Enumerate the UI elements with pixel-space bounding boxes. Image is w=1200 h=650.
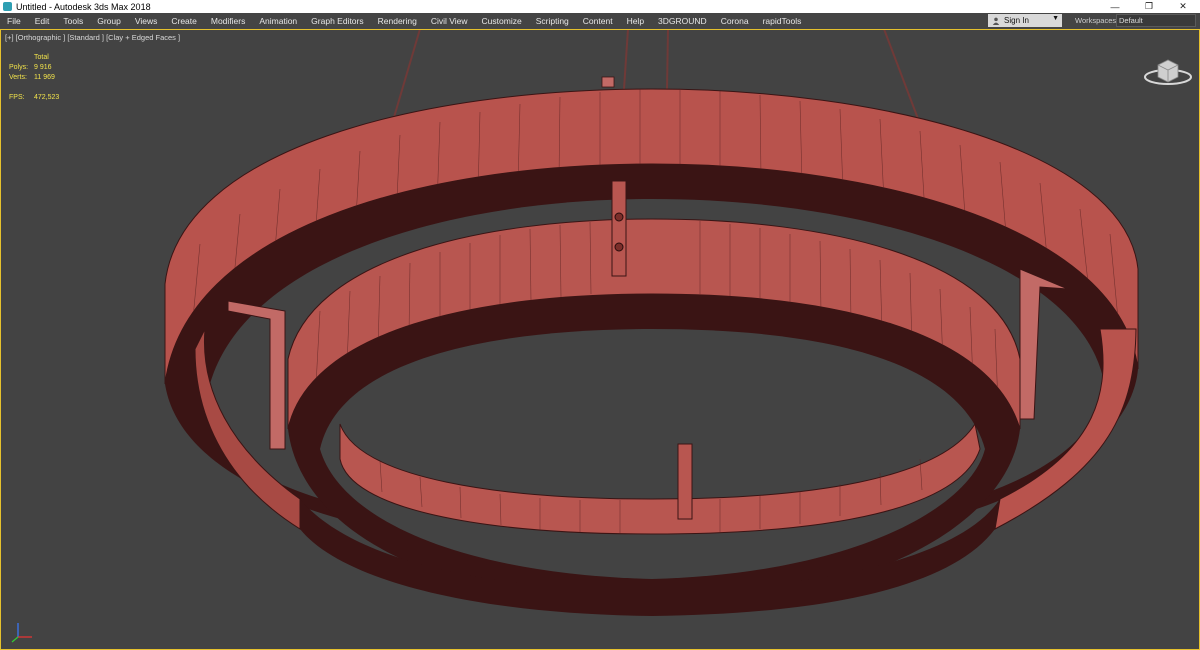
menu-modifiers[interactable]: Modifiers [204, 16, 252, 26]
fps-label: FPS: [9, 94, 25, 101]
menu-help[interactable]: Help [620, 16, 651, 26]
chevron-down-icon: ▼ [1052, 15, 1059, 22]
close-button[interactable]: ✕ [1166, 0, 1200, 13]
window-controls: — ❐ ✕ [1098, 0, 1200, 13]
user-icon [992, 17, 1000, 25]
stats-polys-row: Polys: 9 916 [9, 63, 59, 73]
stats-header: Total [34, 54, 49, 61]
menu-create[interactable]: Create [164, 16, 204, 26]
menu-views[interactable]: Views [128, 16, 165, 26]
menu-bar: File Edit Tools Group Views Create Modif… [0, 13, 1200, 29]
menu-rendering[interactable]: Rendering [371, 16, 424, 26]
viewport-label[interactable]: [+] [Orthographic ] [Standard ] [Clay + … [5, 33, 180, 42]
stats-fps-row: FPS: 472,523 [9, 93, 59, 103]
menu-group[interactable]: Group [90, 16, 128, 26]
window-title: Untitled - Autodesk 3ds Max 2018 [16, 1, 151, 12]
fps-value: 472,523 [34, 94, 60, 101]
app-icon [3, 2, 12, 11]
statistics-overlay: Total Polys: 9 916 Verts: 11 969 FPS: 47… [9, 53, 59, 103]
verts-value: 11 969 [34, 74, 55, 81]
menu-3dground[interactable]: 3DGROUND [651, 16, 714, 26]
restore-button[interactable]: ❐ [1132, 0, 1166, 13]
bottom-bracket [677, 443, 693, 520]
menu-content[interactable]: Content [576, 16, 620, 26]
sign-in-label: Sign In [1004, 16, 1029, 25]
title-bar: Untitled - Autodesk 3ds Max 2018 — ❐ ✕ [0, 0, 1200, 13]
minimize-button[interactable]: — [1098, 0, 1132, 13]
axis-tripod-icon [11, 623, 32, 643]
verts-label: Verts: [9, 74, 27, 81]
workspace-select[interactable]: Default [1116, 14, 1196, 27]
menu-scripting[interactable]: Scripting [529, 16, 576, 26]
polys-value: 9 916 [34, 64, 52, 71]
menu-corona[interactable]: Corona [714, 16, 756, 26]
stats-verts-row: Verts: 11 969 [9, 73, 59, 83]
workspaces-label: Workspaces: [1075, 16, 1119, 25]
menu-civil-view[interactable]: Civil View [424, 16, 475, 26]
sign-in-dropdown[interactable]: Sign In ▼ [988, 14, 1062, 27]
viewcube-icon[interactable] [1142, 53, 1194, 89]
menu-graph-editors[interactable]: Graph Editors [304, 16, 370, 26]
menu-edit[interactable]: Edit [28, 16, 57, 26]
polys-label: Polys: [9, 64, 29, 71]
menu-rapidtools[interactable]: rapidTools [756, 16, 809, 26]
workspace-value: Default [1119, 16, 1143, 25]
menu-animation[interactable]: Animation [252, 16, 304, 26]
scene-canvas[interactable] [0, 29, 1200, 650]
menu-tools[interactable]: Tools [56, 16, 90, 26]
menu-file[interactable]: File [0, 16, 28, 26]
menu-customize[interactable]: Customize [475, 16, 529, 26]
perspective-viewport[interactable]: [+] [Orthographic ] [Standard ] [Clay + … [0, 29, 1200, 650]
